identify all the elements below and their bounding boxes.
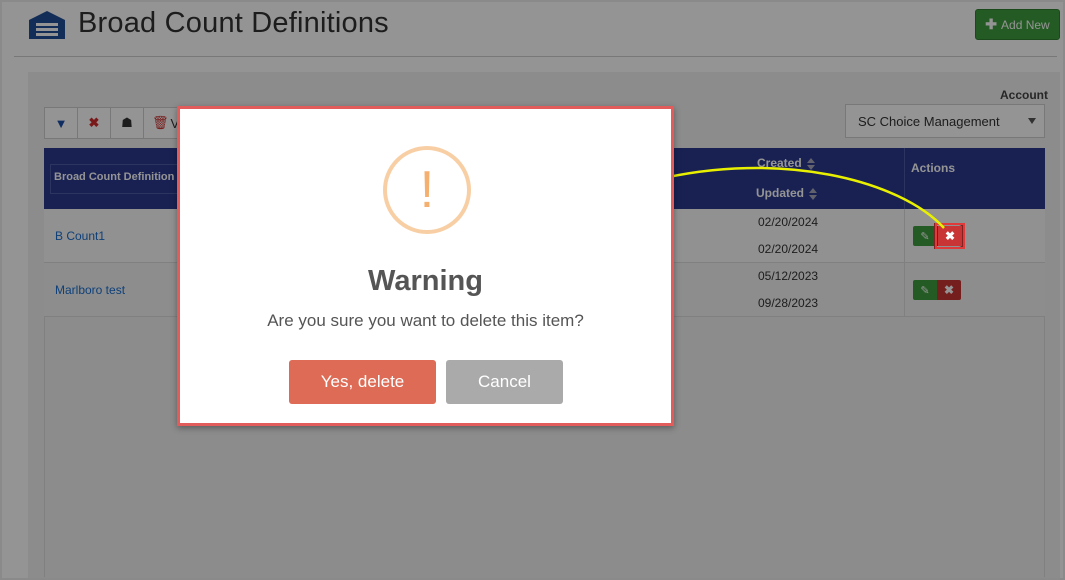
screenshot-frame	[0, 0, 1065, 580]
